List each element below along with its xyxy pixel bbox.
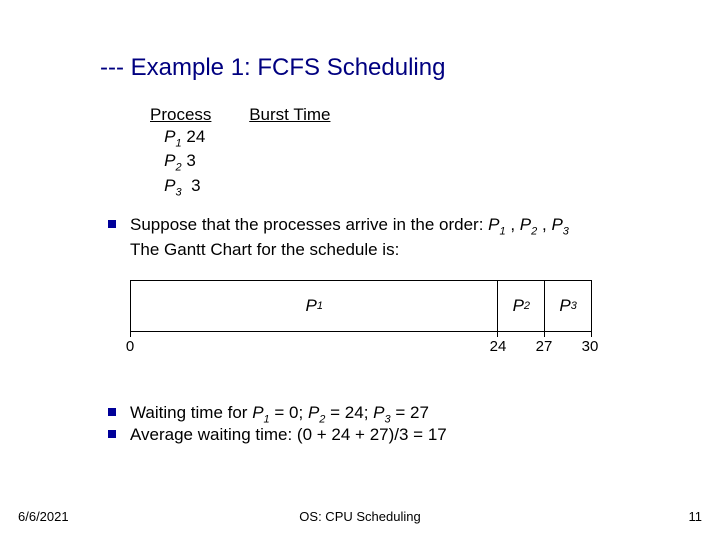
bullet-icon xyxy=(108,220,116,228)
gantt-seg-p1: P1 xyxy=(131,281,498,331)
tick xyxy=(497,329,498,337)
table-row: P1 24 xyxy=(150,127,330,149)
slide: --- Example 1: FCFS Scheduling Process B… xyxy=(0,0,720,540)
tick xyxy=(591,329,592,337)
col-process: Process xyxy=(150,105,211,124)
tick-label: 24 xyxy=(490,338,507,355)
tick-label: 27 xyxy=(536,338,553,355)
bullet-3: Average waiting time: (0 + 24 + 27)/3 = … xyxy=(130,424,690,445)
gantt-seg-p3: P3 xyxy=(545,281,591,331)
tick xyxy=(130,329,131,337)
footer-center: OS: CPU Scheduling xyxy=(299,509,420,524)
table-header: Process Burst Time xyxy=(150,105,330,125)
process-table: Process Burst Time P1 24 P2 3 P3 3 xyxy=(150,105,330,198)
table-row: P3 3 xyxy=(150,176,330,198)
table-row: P2 3 xyxy=(150,151,330,173)
page-title: --- Example 1: FCFS Scheduling xyxy=(100,54,445,82)
footer-date: 6/6/2021 xyxy=(18,509,69,524)
bullet-icon xyxy=(108,430,116,438)
bullet-icon xyxy=(108,408,116,416)
col-burst: Burst Time xyxy=(249,105,330,124)
bullet-1: Suppose that the processes arrive in the… xyxy=(130,214,680,260)
tick-label: 0 xyxy=(126,338,134,355)
tick xyxy=(544,329,545,337)
gantt-chart: P1 P2 P3 xyxy=(130,280,592,332)
tick-label: 30 xyxy=(582,338,599,355)
gantt-seg-p2: P2 xyxy=(498,281,545,331)
footer-page-number: 11 xyxy=(689,509,703,524)
